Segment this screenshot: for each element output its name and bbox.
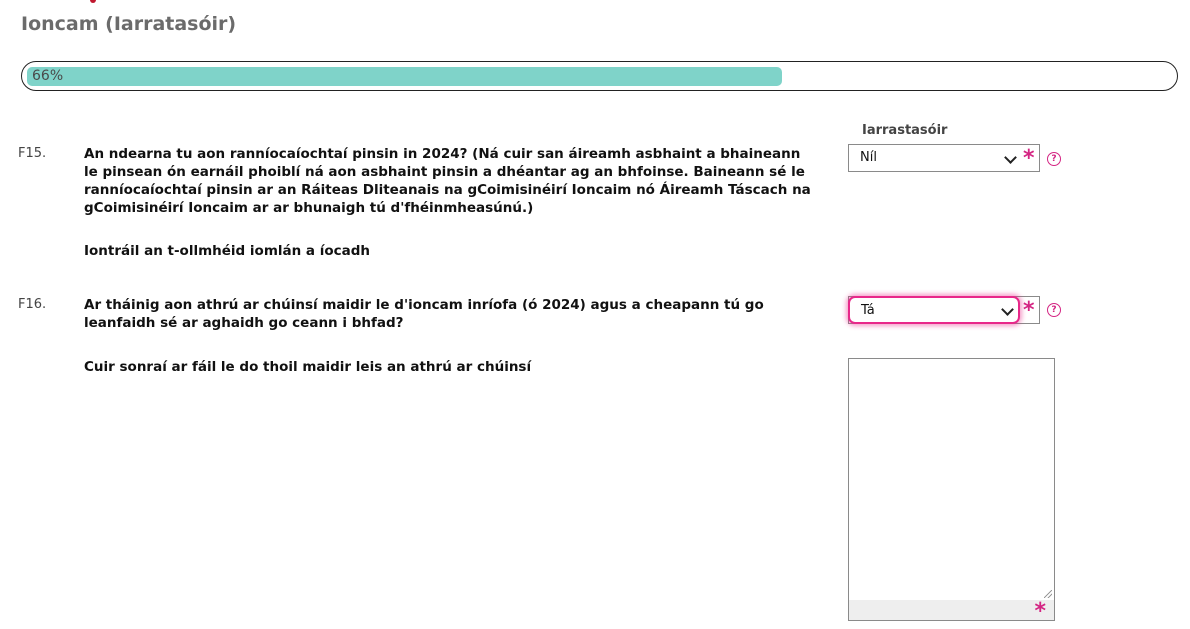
answer-field-f15: Níl * <box>848 144 1040 172</box>
required-asterisk-icon: * <box>1023 298 1035 323</box>
required-asterisk-icon: * <box>1023 146 1035 171</box>
question-number-f15: F15. <box>18 146 47 161</box>
question-text-f15: An ndearna tu aon ranníocaíochtaí pinsin… <box>84 146 811 216</box>
progress-label: 66% <box>32 68 64 84</box>
chevron-down-icon <box>1004 151 1017 164</box>
answer-select-f16[interactable]: Tá <box>848 296 1020 324</box>
chevron-down-icon <box>1001 303 1014 316</box>
resize-handle-icon[interactable] <box>1044 590 1052 598</box>
help-icon[interactable]: ? <box>1047 152 1061 166</box>
help-icon[interactable]: ? <box>1047 303 1061 317</box>
sub-label-f15: Iontráil an t-ollmhéid iomlán a íocadh <box>84 243 371 259</box>
answer-select-f16-value: Tá <box>861 303 875 318</box>
required-asterisk-icon: * <box>1034 599 1046 624</box>
top-accent-mark <box>90 0 96 3</box>
answer-select-f15-value: Níl <box>860 150 877 165</box>
question-number-f16: F16. <box>18 297 47 312</box>
progress-fill <box>27 67 782 86</box>
answer-select-f15[interactable]: Níl <box>849 145 1021 171</box>
answer-field-f16: Tá * <box>848 296 1040 324</box>
progress-bar: 66% <box>21 61 1178 91</box>
textarea-footer: * <box>849 599 1054 624</box>
details-textarea[interactable]: * <box>848 358 1055 624</box>
page: Ioncam (Iarratasóir) 66% Iarrastasóir F1… <box>0 0 1190 629</box>
sub-label-f16: Cuir sonraí ar fáil le do thoil maidir l… <box>84 359 532 375</box>
question-text-f16: Ar tháinig aon athrú ar chúinsí maidir l… <box>84 297 764 331</box>
page-title: Ioncam (Iarratasóir) <box>21 13 237 35</box>
column-header-applicant: Iarrastasóir <box>862 123 948 138</box>
